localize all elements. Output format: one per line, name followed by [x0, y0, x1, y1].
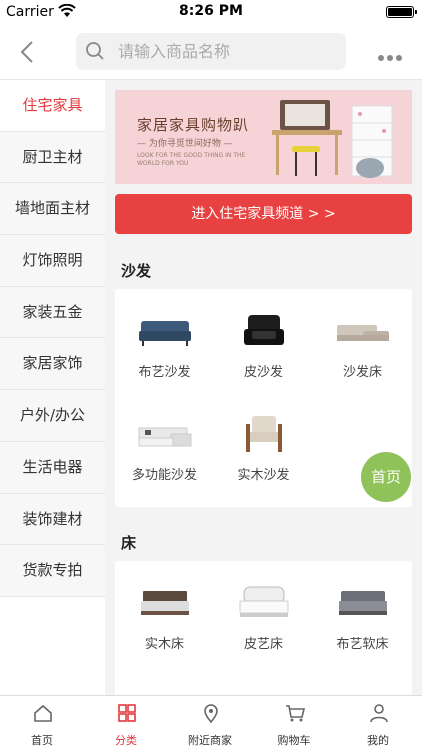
category-item-label: 布艺沙发: [138, 365, 191, 380]
sidebar-item-wall-floor[interactable]: 墙地面主材: [0, 183, 105, 236]
category-content: 家居家具购物趴 — 为你寻觅世间好物 — LOOK FOR THE GOOD T…: [105, 80, 422, 695]
more-menu-icon[interactable]: [378, 46, 406, 61]
furniture-illustration-icon: [272, 100, 393, 178]
sidebar-item-building-materials[interactable]: 装饰建材: [0, 493, 105, 546]
category-item-label: 实木沙发: [237, 468, 290, 483]
sidebar-item-outdoor-office[interactable]: 户外/办公: [0, 390, 105, 442]
search-box[interactable]: [76, 33, 346, 70]
sidebar-item-lighting[interactable]: 灯饰照明: [0, 235, 105, 287]
profile-icon: [370, 704, 388, 723]
category-item-fabric-sofa[interactable]: 布艺沙发: [115, 295, 214, 398]
home-float-button[interactable]: 首页: [361, 452, 411, 502]
category-item-label: 皮沙发: [243, 365, 283, 380]
battery-icon: [386, 6, 417, 18]
multi-function-sofa-icon: [138, 427, 192, 447]
bed-category-card: 实木床 皮艺床 布艺软床: [115, 561, 412, 695]
fabric-bed-icon: [339, 591, 387, 615]
tab-category[interactable]: 分类: [84, 696, 168, 750]
enter-channel-button[interactable]: 进入住宅家具频道 > >: [115, 194, 412, 234]
nearby-icon: [204, 704, 218, 724]
tab-nearby[interactable]: 附近商家: [168, 696, 252, 750]
search-icon: [86, 42, 104, 60]
back-chevron-icon[interactable]: [14, 38, 42, 66]
section-title-sofa: 沙发: [121, 262, 152, 280]
category-item-wood-sofa[interactable]: 实木沙发: [214, 398, 313, 501]
tab-profile[interactable]: 我的: [336, 696, 420, 750]
home-icon: [34, 704, 52, 722]
sidebar-item-hardware[interactable]: 家装五金: [0, 286, 105, 339]
tab-bar: 首页 分类 附近商家 购物车 我的: [0, 695, 422, 750]
cart-icon: [286, 705, 306, 722]
tab-label: 首页: [31, 734, 53, 747]
search-input[interactable]: [118, 37, 336, 65]
category-sidebar: 住宅家具 厨卫主材 墙地面主材 灯饰照明 家装五金 家居家饰 户外/办公 生活电…: [0, 80, 105, 695]
sidebar-item-payment[interactable]: 货款专拍: [0, 545, 105, 597]
tab-cart[interactable]: 购物车: [252, 696, 336, 750]
sidebar-item-appliances[interactable]: 生活电器: [0, 441, 105, 494]
tab-label: 分类: [115, 734, 137, 747]
banner-title: 家居家具购物趴: [137, 116, 250, 134]
tab-label: 我的: [367, 734, 389, 747]
status-bar: Carrier 8:26 PM: [0, 0, 422, 24]
banner-english: LOOK FOR THE GOOD THING IN THE WORLD FOR…: [137, 152, 246, 167]
category-item-wood-bed[interactable]: 实木床: [115, 567, 214, 670]
category-item-leather-bed[interactable]: 皮艺床: [214, 567, 313, 670]
leather-bed-icon: [239, 586, 289, 617]
leather-sofa-icon: [244, 315, 284, 345]
category-item-leather-sofa[interactable]: 皮沙发: [214, 295, 313, 398]
sofa-bed-icon: [337, 325, 389, 341]
category-item-label: 皮艺床: [243, 637, 283, 652]
category-item-label: 布艺软床: [336, 637, 389, 652]
section-title-bed: 床: [121, 534, 137, 552]
category-item-multi-function-sofa[interactable]: 多功能沙发: [115, 398, 214, 501]
nav-bar: [0, 24, 422, 80]
wood-sofa-icon: [246, 416, 282, 452]
promo-banner[interactable]: 家居家具购物趴 — 为你寻觅世间好物 — LOOK FOR THE GOOD T…: [115, 90, 412, 184]
category-item-fabric-bed[interactable]: 布艺软床: [313, 567, 412, 670]
category-item-label: 多功能沙发: [131, 468, 197, 483]
category-item-label: 沙发床: [342, 365, 382, 380]
wood-bed-icon: [141, 591, 189, 615]
fabric-sofa-icon: [139, 321, 191, 346]
category-icon: [118, 704, 136, 722]
banner-subtitle: — 为你寻觅世间好物 —: [137, 139, 233, 149]
sidebar-item-home-decor[interactable]: 家居家饰: [0, 338, 105, 391]
category-item-label: 实木床: [144, 637, 184, 652]
clock: 8:26 PM: [179, 3, 243, 19]
sidebar-item-kitchen-bath[interactable]: 厨卫主材: [0, 131, 105, 184]
tab-home[interactable]: 首页: [0, 696, 84, 750]
tab-label: 附近商家: [188, 734, 232, 747]
category-item-sofa-bed[interactable]: 沙发床: [313, 295, 412, 398]
sidebar-item-residential-furniture[interactable]: 住宅家具: [0, 80, 105, 132]
tab-label: 购物车: [277, 734, 311, 747]
